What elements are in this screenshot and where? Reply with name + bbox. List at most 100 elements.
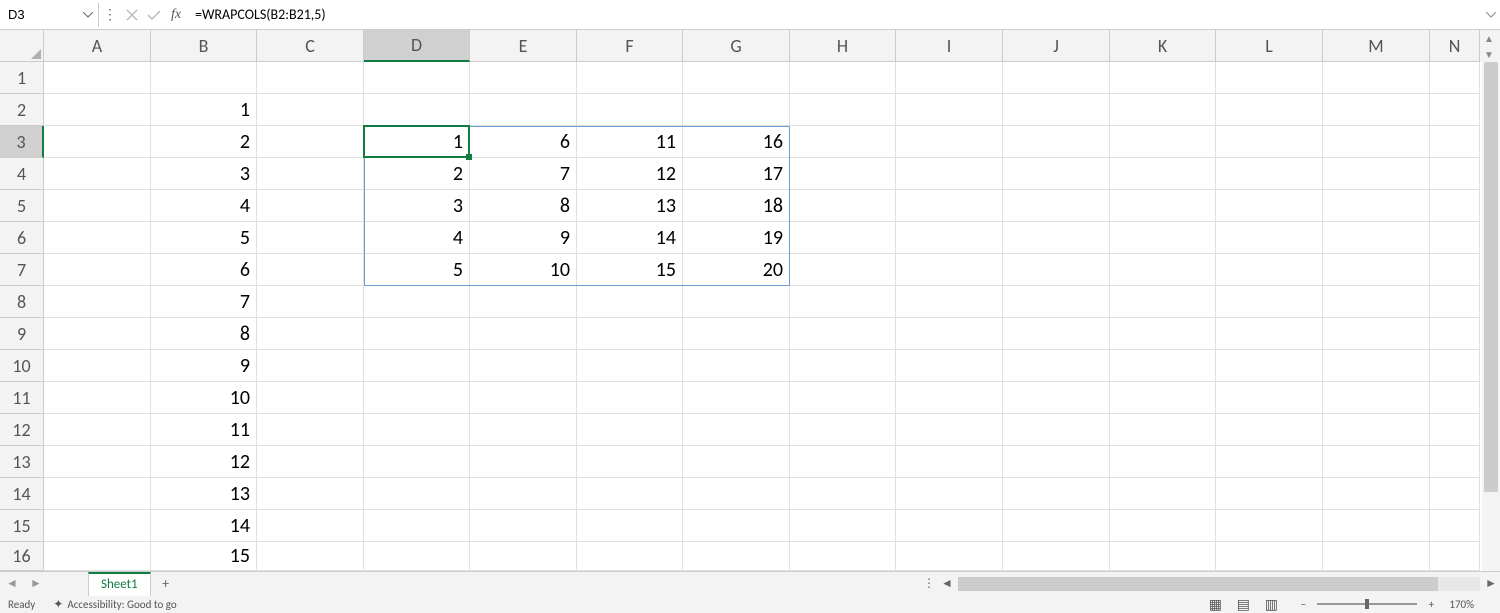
cell[interactable] bbox=[1003, 254, 1110, 286]
cell[interactable] bbox=[1323, 446, 1430, 478]
cell[interactable] bbox=[1323, 382, 1430, 414]
cell[interactable] bbox=[1216, 350, 1323, 382]
cell[interactable] bbox=[896, 94, 1003, 126]
cell[interactable] bbox=[151, 62, 257, 94]
zoom-in-button[interactable]: + bbox=[1423, 596, 1439, 612]
row-header[interactable]: 13 bbox=[0, 446, 44, 478]
cell[interactable]: 15 bbox=[577, 254, 683, 286]
cell[interactable] bbox=[1110, 286, 1216, 318]
cell[interactable] bbox=[1110, 510, 1216, 542]
scroll-up-icon[interactable]: ▲ bbox=[1480, 30, 1498, 46]
cell[interactable] bbox=[257, 254, 364, 286]
cell[interactable] bbox=[683, 446, 790, 478]
cell[interactable] bbox=[683, 350, 790, 382]
row-header[interactable]: 16 bbox=[0, 542, 44, 571]
cell[interactable] bbox=[1003, 158, 1110, 190]
cell[interactable] bbox=[790, 414, 896, 446]
cell[interactable] bbox=[896, 126, 1003, 158]
zoom-slider-thumb[interactable] bbox=[1365, 599, 1369, 609]
cell[interactable] bbox=[44, 254, 151, 286]
cell[interactable] bbox=[683, 542, 790, 571]
horizontal-scrollbar[interactable] bbox=[958, 577, 1480, 591]
cell[interactable] bbox=[364, 318, 470, 350]
cell[interactable]: 11 bbox=[151, 414, 257, 446]
cell[interactable] bbox=[1110, 126, 1216, 158]
cell[interactable] bbox=[364, 478, 470, 510]
cell[interactable] bbox=[1003, 446, 1110, 478]
cell[interactable] bbox=[577, 318, 683, 350]
cell[interactable] bbox=[896, 382, 1003, 414]
cell[interactable]: 10 bbox=[151, 382, 257, 414]
cell[interactable] bbox=[1323, 542, 1430, 571]
cell[interactable] bbox=[1430, 446, 1480, 478]
cell[interactable] bbox=[1003, 542, 1110, 571]
formula-input[interactable] bbox=[187, 3, 1482, 27]
cell[interactable] bbox=[1003, 510, 1110, 542]
cell[interactable] bbox=[1003, 382, 1110, 414]
add-sheet-button[interactable]: + bbox=[151, 572, 181, 596]
cell[interactable] bbox=[896, 158, 1003, 190]
cell[interactable] bbox=[1110, 158, 1216, 190]
cell[interactable] bbox=[1110, 478, 1216, 510]
cell[interactable] bbox=[364, 94, 470, 126]
row-header[interactable]: 2 bbox=[0, 94, 44, 126]
cell[interactable] bbox=[790, 542, 896, 571]
column-header[interactable]: C bbox=[257, 30, 364, 62]
cell[interactable] bbox=[1323, 222, 1430, 254]
column-header[interactable]: J bbox=[1003, 30, 1110, 62]
cell[interactable] bbox=[577, 414, 683, 446]
row-header[interactable]: 9 bbox=[0, 318, 44, 350]
row-header[interactable]: 5 bbox=[0, 190, 44, 222]
cell[interactable] bbox=[790, 254, 896, 286]
cell[interactable] bbox=[364, 414, 470, 446]
cell[interactable] bbox=[790, 126, 896, 158]
cell[interactable]: 6 bbox=[470, 126, 577, 158]
cell[interactable] bbox=[257, 190, 364, 222]
cell[interactable] bbox=[1430, 158, 1480, 190]
page-break-view-icon[interactable]: ▥ bbox=[1257, 595, 1285, 613]
cell[interactable] bbox=[790, 222, 896, 254]
cell[interactable] bbox=[896, 542, 1003, 571]
tab-next-icon[interactable]: ► bbox=[24, 572, 48, 596]
column-header[interactable]: F bbox=[577, 30, 683, 62]
cell[interactable] bbox=[896, 222, 1003, 254]
cell[interactable] bbox=[257, 542, 364, 571]
cell[interactable] bbox=[470, 414, 577, 446]
cell[interactable] bbox=[1430, 190, 1480, 222]
cell[interactable] bbox=[790, 190, 896, 222]
cell[interactable] bbox=[1003, 190, 1110, 222]
cell[interactable] bbox=[577, 478, 683, 510]
row-header[interactable]: 1 bbox=[0, 62, 44, 94]
cell[interactable] bbox=[470, 382, 577, 414]
cell[interactable] bbox=[1323, 350, 1430, 382]
normal-view-icon[interactable]: ▦ bbox=[1201, 595, 1229, 613]
cell[interactable] bbox=[1323, 94, 1430, 126]
cell[interactable] bbox=[1216, 318, 1323, 350]
cell[interactable] bbox=[257, 382, 364, 414]
cell[interactable]: 20 bbox=[683, 254, 790, 286]
cell[interactable] bbox=[683, 414, 790, 446]
column-header[interactable]: I bbox=[896, 30, 1003, 62]
cell[interactable] bbox=[1216, 286, 1323, 318]
column-header[interactable]: L bbox=[1216, 30, 1323, 62]
zoom-out-button[interactable]: − bbox=[1295, 596, 1311, 612]
cell[interactable]: 14 bbox=[577, 222, 683, 254]
cell[interactable] bbox=[44, 94, 151, 126]
cell[interactable] bbox=[683, 318, 790, 350]
row-header[interactable]: 12 bbox=[0, 414, 44, 446]
cell[interactable] bbox=[1110, 190, 1216, 222]
cell[interactable] bbox=[1110, 446, 1216, 478]
cell[interactable] bbox=[470, 478, 577, 510]
cell[interactable] bbox=[44, 190, 151, 222]
cell[interactable]: 9 bbox=[470, 222, 577, 254]
more-icon[interactable]: ⋮ bbox=[920, 575, 938, 593]
scroll-down-icon[interactable]: ▼ bbox=[1480, 46, 1498, 62]
cell[interactable] bbox=[1430, 94, 1480, 126]
cell[interactable]: 17 bbox=[683, 158, 790, 190]
cell[interactable] bbox=[470, 446, 577, 478]
row-header[interactable]: 15 bbox=[0, 510, 44, 542]
cell[interactable]: 6 bbox=[151, 254, 257, 286]
cell[interactable] bbox=[1003, 222, 1110, 254]
cell[interactable] bbox=[364, 446, 470, 478]
cell[interactable] bbox=[257, 414, 364, 446]
